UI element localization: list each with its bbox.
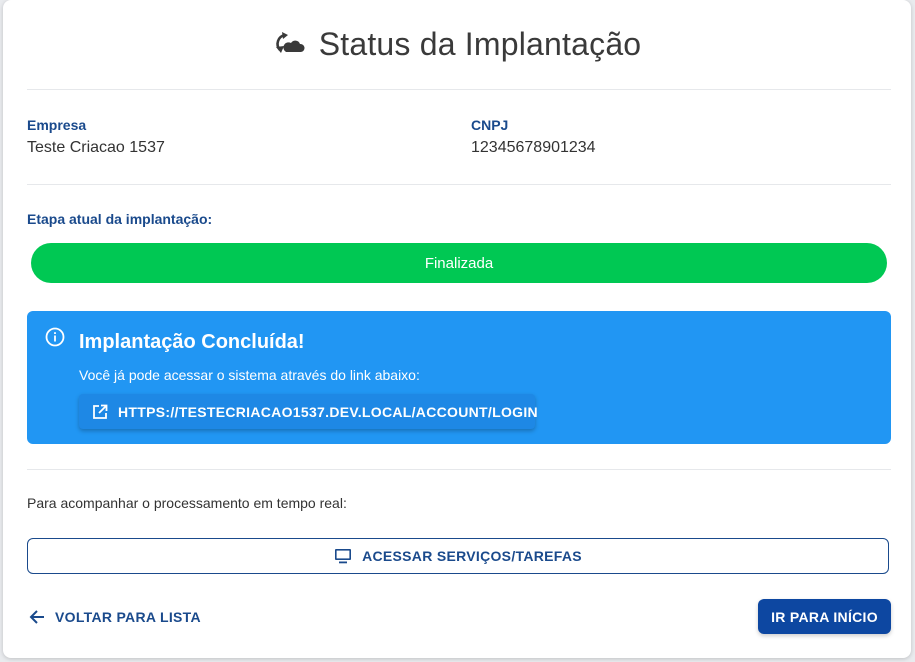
empresa-value: Teste Criacao 1537 (27, 139, 165, 156)
info-icon (45, 327, 65, 347)
cnpj-value: 12345678901234 (471, 139, 596, 156)
empresa-label: Empresa (27, 117, 87, 133)
alert-text: Você já pode acessar o sistema através d… (79, 367, 420, 383)
stage-status-text: Finalizada (424, 254, 494, 272)
arrow-back-icon (29, 609, 45, 625)
stage-progress-bar: Finalizada (31, 243, 887, 283)
open-in-new-icon (91, 403, 109, 421)
alert-title: Implantação Concluída! (79, 331, 305, 353)
system-link-button[interactable]: HTTPS://TESTECRIACAO1537.DEV.LOCAL/ACCOU… (79, 394, 538, 429)
back-to-list-button[interactable]: VOLTAR PARA LISTA (29, 604, 201, 630)
back-to-list-label: VOLTAR PARA LISTA (55, 609, 201, 625)
page-header: Status da Implantação (3, 22, 911, 66)
cloud-sync-icon (273, 28, 305, 60)
divider (27, 469, 891, 470)
realtime-text: Para acompanhar o processamento em tempo… (27, 495, 347, 511)
divider (27, 89, 891, 90)
stage-label: Etapa atual da implantação: (27, 211, 213, 227)
success-alert: Implantação Concluída! Você já pode aces… (27, 311, 891, 444)
deployment-status-card: Status da Implantação Empresa Teste Cria… (3, 0, 911, 658)
services-tasks-label: ACESSAR SERVIÇOS/TAREFAS (362, 548, 582, 564)
cnpj-label: CNPJ (471, 117, 509, 133)
monitor-icon (334, 548, 352, 564)
services-tasks-button[interactable]: ACESSAR SERVIÇOS/TAREFAS (27, 538, 889, 574)
page-title: Status da Implantação (318, 25, 642, 62)
go-home-label: IR PARA INÍCIO (771, 608, 878, 625)
divider (27, 184, 891, 185)
go-home-button[interactable]: IR PARA INÍCIO (758, 599, 891, 634)
system-link-label: HTTPS://TESTECRIACAO1537.DEV.LOCAL/ACCOU… (118, 403, 538, 420)
